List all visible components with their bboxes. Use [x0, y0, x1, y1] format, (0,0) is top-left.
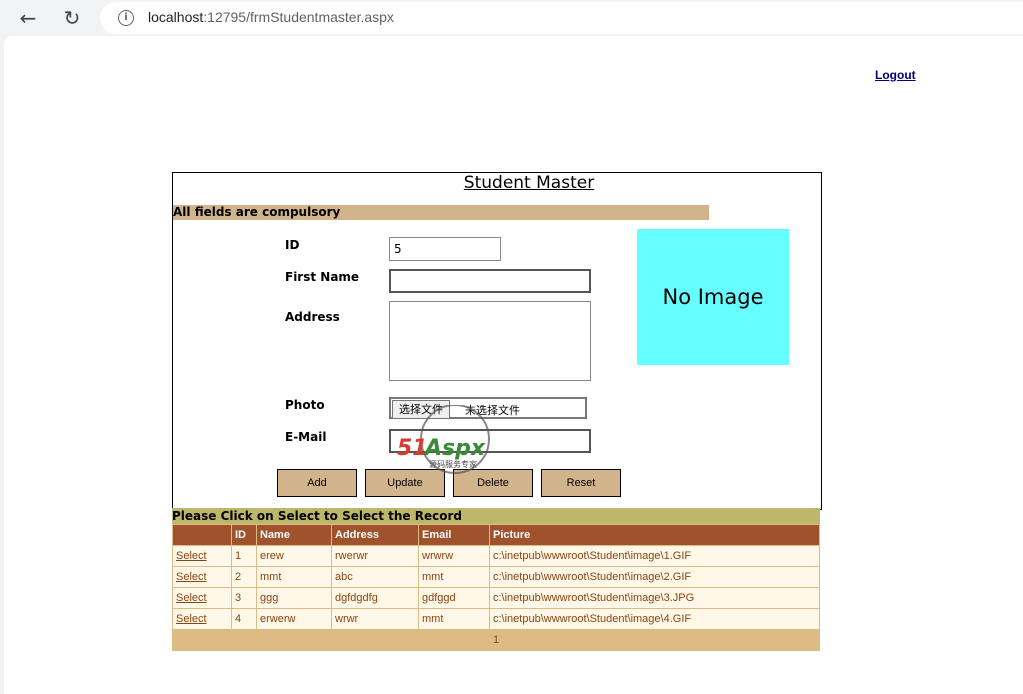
- email-label: E-Mail: [285, 430, 327, 444]
- pager-page-1[interactable]: 1: [493, 634, 499, 646]
- grid-caption: Please Click on Select to Select the Rec…: [172, 508, 820, 524]
- cell-id: 1: [231, 545, 257, 567]
- no-image-text: No Image: [662, 285, 764, 309]
- browser-toolbar: ← ↻ i localhost:12795/frmStudentmaster.a…: [0, 0, 1023, 36]
- reset-button[interactable]: Reset: [541, 469, 621, 497]
- cell-name: erew: [256, 545, 332, 567]
- choose-file-button[interactable]: 选择文件: [392, 400, 450, 419]
- reload-icon[interactable]: ↻: [60, 6, 84, 30]
- cell-address: rwerwr: [331, 545, 419, 567]
- url-text[interactable]: localhost:12795/frmStudentmaster.aspx: [148, 9, 394, 25]
- id-label: ID: [285, 238, 300, 252]
- cell-email: wrwrw: [418, 545, 490, 567]
- cell-address: dgfdgdfg: [331, 587, 419, 609]
- grid-pager: 1: [172, 630, 820, 651]
- select-link[interactable]: Select: [176, 592, 207, 604]
- cell-picture: c:\inetpub\wwwroot\Student\image\4.GIF: [489, 608, 820, 630]
- cell-id: 4: [231, 608, 257, 630]
- cell-email: gdfggd: [418, 587, 490, 609]
- cell-name: mmt: [256, 566, 332, 588]
- cell-email: mmt: [418, 608, 490, 630]
- student-grid: ID Name Address Email Picture Select 1 e…: [172, 524, 820, 630]
- col-picture-header: Picture: [489, 524, 820, 546]
- grid-header-row: ID Name Address Email Picture: [172, 524, 820, 546]
- file-status-text: 未选择文件: [465, 404, 520, 417]
- site-info-icon[interactable]: i: [118, 10, 134, 26]
- col-id-header: ID: [231, 524, 257, 546]
- table-row: Select 1 erew rwerwr wrwrw c:\inetpub\ww…: [172, 545, 820, 567]
- cell-id: 2: [231, 566, 257, 588]
- table-row: Select 2 mmt abc mmt c:\inetpub\wwwroot\…: [172, 566, 820, 588]
- url-path: :12795/frmStudentmaster.aspx: [203, 9, 394, 25]
- page-title: Student Master: [173, 173, 885, 193]
- address-label: Address: [285, 310, 340, 324]
- cell-email: mmt: [418, 566, 490, 588]
- back-arrow-icon[interactable]: ←: [16, 6, 40, 30]
- col-select-header: [172, 524, 232, 546]
- update-button[interactable]: Update: [365, 469, 445, 497]
- select-link[interactable]: Select: [176, 550, 207, 562]
- cell-picture: c:\inetpub\wwwroot\Student\image\2.GIF: [489, 566, 820, 588]
- first-name-input[interactable]: [389, 269, 591, 293]
- watermark-tagline: 源码服务专家: [429, 459, 477, 469]
- delete-button[interactable]: Delete: [453, 469, 533, 497]
- select-link[interactable]: Select: [176, 613, 207, 625]
- photo-preview: No Image: [637, 229, 789, 365]
- photo-label: Photo: [285, 398, 325, 412]
- col-name-header: Name: [256, 524, 332, 546]
- table-row: Select 3 ggg dgfdgdfg gdfggd c:\inetpub\…: [172, 587, 820, 609]
- col-email-header: Email: [418, 524, 490, 546]
- compulsory-notice: All fields are compulsory: [173, 205, 709, 220]
- cell-name: ggg: [256, 587, 332, 609]
- address-textarea[interactable]: [389, 301, 591, 381]
- select-link[interactable]: Select: [176, 571, 207, 583]
- student-form-panel: Student Master All fields are compulsory…: [172, 172, 822, 510]
- photo-file-input[interactable]: 选择文件 未选择文件: [389, 397, 587, 419]
- url-host: localhost: [148, 9, 204, 25]
- page-title-text: Student Master: [463, 173, 595, 193]
- cell-picture: c:\inetpub\wwwroot\Student\image\3.JPG: [489, 587, 820, 609]
- table-row: Select 4 erwerw wrwr mmt c:\inetpub\wwwr…: [172, 608, 820, 630]
- logout-link[interactable]: Logout: [875, 68, 916, 82]
- address-bar[interactable]: i localhost:12795/frmStudentmaster.aspx: [100, 2, 1023, 34]
- cell-id: 3: [231, 587, 257, 609]
- id-input[interactable]: [389, 237, 501, 261]
- cell-address: wrwr: [331, 608, 419, 630]
- page-viewport: Logout Student Master All fields are com…: [4, 36, 1023, 694]
- cell-picture: c:\inetpub\wwwroot\Student\image\1.GIF: [489, 545, 820, 567]
- col-address-header: Address: [331, 524, 419, 546]
- email-input[interactable]: [389, 429, 591, 453]
- cell-address: abc: [331, 566, 419, 588]
- first-name-label: First Name: [285, 270, 360, 284]
- add-button[interactable]: Add: [277, 469, 357, 497]
- cell-name: erwerw: [256, 608, 332, 630]
